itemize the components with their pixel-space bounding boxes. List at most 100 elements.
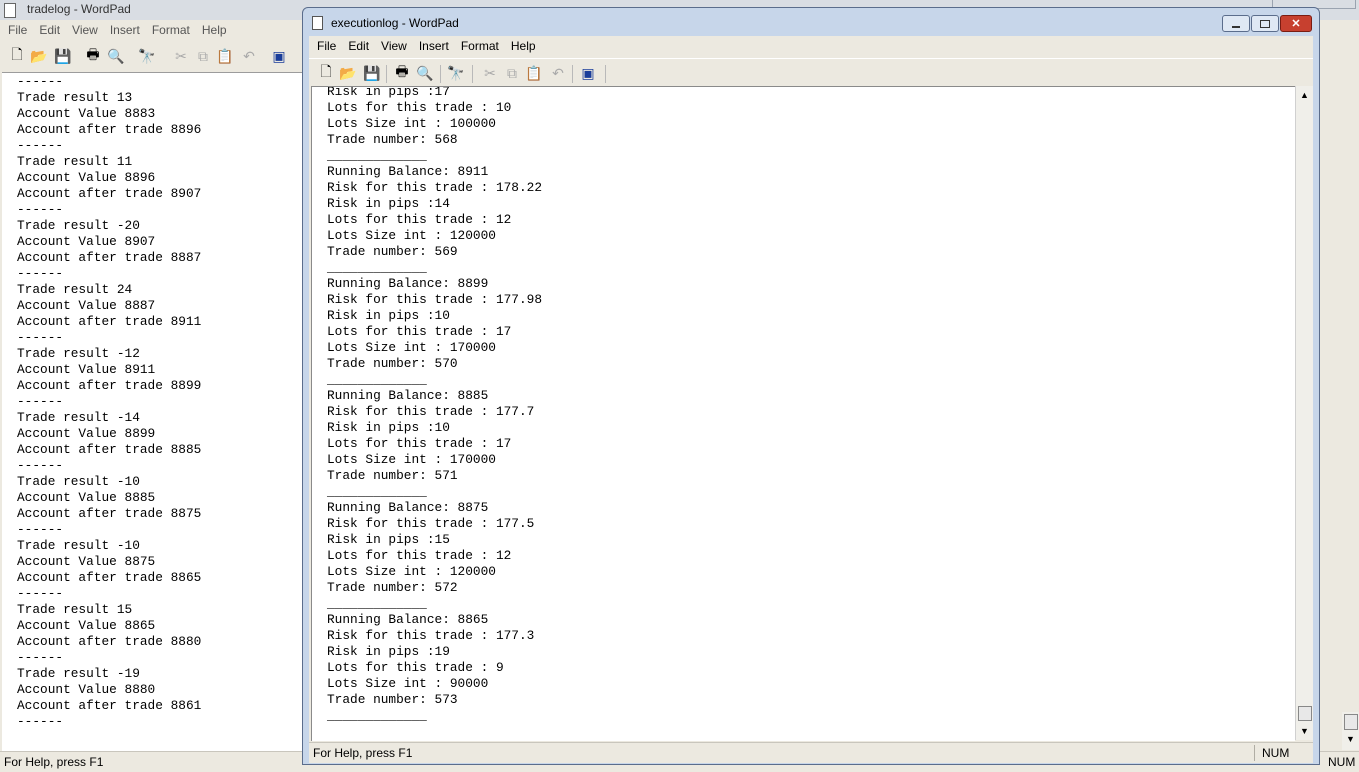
text-line: Account Value 8865 [17, 618, 156, 633]
text-line: Account after trade 8887 [17, 250, 202, 265]
text-line: Risk for this trade : 178.22 [327, 180, 543, 195]
cut-icon[interactable]: ✂ [481, 64, 499, 82]
close-icon: ✕ [1291, 18, 1301, 30]
text-line: Running Balance: 8875 [327, 500, 489, 515]
text-line: Trade result -10 [17, 538, 140, 553]
text-line: Account after trade 8865 [17, 570, 202, 585]
print-icon[interactable]: 🖶 [84, 46, 102, 65]
text-line: Trade number: 568 [327, 132, 458, 147]
executionlog-window[interactable]: executionlog - WordPad ✕ File Edit View Ins… [302, 7, 1320, 765]
undo-icon[interactable]: ↶ [549, 64, 567, 82]
text-line: Lots Size int : 120000 [327, 564, 496, 579]
open-icon[interactable]: 📂 [30, 47, 48, 65]
text-line: Risk for this trade : 177.7 [327, 404, 535, 419]
text-line: Risk for this trade : 177.3 [327, 628, 535, 643]
text-line: ------ [17, 138, 64, 153]
text-line: Account after trade 8899 [17, 378, 202, 393]
copy-icon[interactable]: ⧉ [194, 47, 212, 65]
text-line: Trade result 15 [17, 602, 133, 617]
menu-help[interactable]: Help [505, 36, 542, 56]
tradelog-scrollbar[interactable]: ▼ [1342, 712, 1359, 750]
text-line: ------ [17, 586, 64, 601]
tradelog-scroll-down-icon[interactable]: ▼ [1346, 734, 1355, 744]
text-line: Account after trade 8861 [17, 698, 202, 713]
tradelog-menu-help[interactable]: Help [196, 20, 233, 40]
tradelog-menu-format[interactable]: Format [146, 20, 196, 40]
text-line: Lots for this trade : 17 [327, 436, 512, 451]
text-line: Account after trade 8907 [17, 186, 202, 201]
text-line: Trade result -12 [17, 346, 140, 361]
menu-format[interactable]: Format [455, 36, 505, 56]
menu-file[interactable]: File [311, 36, 342, 56]
paste-icon[interactable]: 📋 [525, 64, 543, 82]
executionlog-scroll-thumb[interactable] [1298, 706, 1312, 721]
copy-icon[interactable]: ⧉ [503, 64, 521, 82]
cut-icon[interactable]: ✂ [172, 47, 190, 65]
minimize-button[interactable] [1222, 15, 1250, 32]
maximize-button[interactable] [1251, 15, 1279, 32]
text-line: Trade result -14 [17, 410, 140, 425]
insert-object-icon[interactable]: ▣ [579, 64, 597, 82]
text-line: Risk for this trade : 177.5 [327, 516, 535, 531]
open-icon[interactable]: 📂 [339, 64, 357, 82]
toolbar-separator [386, 65, 387, 83]
text-line: Trade result 11 [17, 154, 133, 169]
find-icon[interactable]: 🔭 [138, 47, 156, 65]
save-icon[interactable]: 💾 [54, 47, 72, 65]
tradelog-scroll-thumb[interactable] [1344, 714, 1358, 730]
text-line: Trade number: 570 [327, 356, 458, 371]
tradelog-document[interactable]: ------ Trade result 13 Account Value 8883 A… [2, 72, 302, 751]
new-document-icon[interactable]: 🗋 [317, 63, 335, 82]
close-button[interactable]: ✕ [1280, 15, 1312, 32]
executionlog-title: executionlog - WordPad [331, 16, 459, 30]
scroll-down-icon[interactable]: ▼ [1300, 726, 1309, 736]
undo-icon[interactable]: ↶ [240, 47, 258, 65]
text-line: Trade number: 571 [327, 468, 458, 483]
print-preview-icon[interactable]: 🔍 [107, 47, 125, 65]
text-line: Risk in pips :19 [327, 644, 450, 659]
tradelog-menu-file[interactable]: File [2, 20, 33, 40]
text-line: Account after trade 8885 [17, 442, 202, 457]
text-line: Trade result 13 [17, 90, 133, 105]
tradelog-menu-edit[interactable]: Edit [33, 20, 66, 40]
new-document-icon[interactable]: 🗋 [8, 46, 26, 65]
text-line: _____________ [327, 260, 427, 275]
text-line: Lots Size int : 170000 [327, 340, 496, 355]
tradelog-menu-insert[interactable]: Insert [104, 20, 146, 40]
insert-object-icon[interactable]: ▣ [270, 47, 288, 65]
tradelog-menu-view[interactable]: View [66, 20, 104, 40]
tradelog-title: tradelog - WordPad [27, 2, 131, 16]
text-line: Running Balance: 8885 [327, 388, 489, 403]
text-line: _____________ [327, 596, 427, 611]
text-line: ------ [17, 266, 64, 281]
menu-view[interactable]: View [375, 36, 413, 56]
executionlog-status-divider [1254, 745, 1255, 761]
text-line: Lots for this trade : 10 [327, 100, 512, 115]
find-icon[interactable]: 🔭 [447, 64, 465, 82]
text-line: ------ [17, 458, 64, 473]
executionlog-titlebar[interactable]: executionlog - WordPad ✕ [303, 8, 1319, 36]
text-line: Lots Size int : 120000 [327, 228, 496, 243]
print-preview-icon[interactable]: 🔍 [416, 64, 434, 82]
executionlog-document[interactable]: Risk in pips :17 Lots for this trade : 10… [311, 86, 1295, 741]
toolbar-separator [440, 65, 441, 83]
text-line: Trade result 24 [17, 282, 133, 297]
text-line: ------ [17, 330, 64, 345]
scroll-up-icon[interactable]: ▲ [1300, 90, 1309, 100]
toolbar-separator [605, 65, 606, 83]
toolbar-separator [572, 65, 573, 83]
executionlog-scrollbar[interactable]: ▲ ▼ [1295, 86, 1313, 740]
text-line: Lots for this trade : 9 [327, 660, 504, 675]
menu-edit[interactable]: Edit [342, 36, 375, 56]
text-line: Trade result -19 [17, 666, 140, 681]
save-icon[interactable]: 💾 [363, 64, 381, 82]
print-icon[interactable]: 🖶 [393, 63, 411, 82]
text-line: ------ [17, 74, 64, 89]
menu-insert[interactable]: Insert [413, 36, 455, 56]
text-line: Risk in pips :14 [327, 196, 450, 211]
executionlog-statusbar: For Help, press F1 NUM [309, 742, 1313, 763]
text-line: Account after trade 8875 [17, 506, 202, 521]
text-line: Lots Size int : 100000 [327, 116, 496, 131]
text-line: _____________ [327, 484, 427, 499]
paste-icon[interactable]: 📋 [216, 47, 234, 65]
